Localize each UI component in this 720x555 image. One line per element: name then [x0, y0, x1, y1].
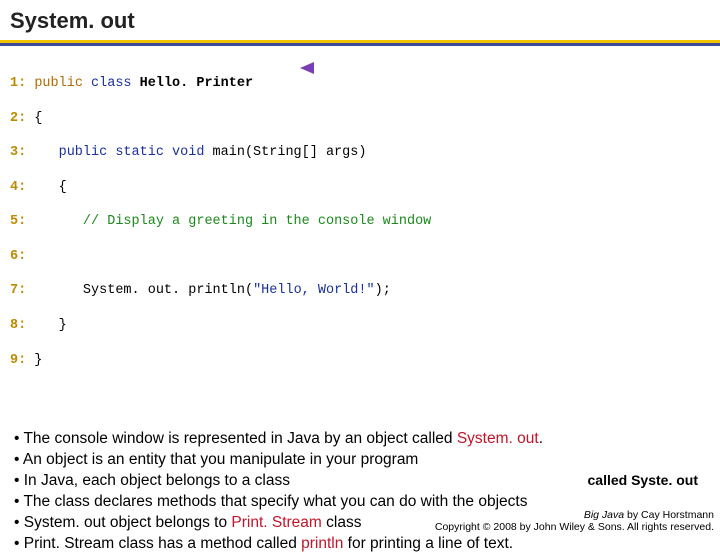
kw-public: public — [34, 76, 83, 91]
kw-class: class — [83, 76, 140, 91]
bullet-accent: Print. Stream — [231, 514, 321, 531]
bullet-text: • Print. Stream class has a method calle… — [14, 535, 301, 552]
code-listing: 1: public class Hello. Printer 2: { 3: p… — [0, 46, 720, 409]
bullet-item: • Print. Stream class has a method calle… — [14, 534, 706, 555]
brace: { — [26, 111, 42, 126]
bullet-text: • The console window is represented in J… — [14, 430, 457, 447]
pointer-arrow-icon — [300, 60, 470, 76]
comment: // Display a greeting in the console win… — [83, 214, 431, 229]
line-number: 6: — [10, 249, 26, 264]
bullet-accent: println — [301, 535, 343, 552]
brace: } — [26, 318, 67, 333]
bullet-text: class — [322, 514, 362, 531]
line-number: 7: — [10, 283, 26, 298]
slide-header: System. out — [0, 0, 720, 38]
line-number: 5: — [10, 214, 26, 229]
sub-caption: called Syste. out — [588, 472, 698, 488]
method-rest: main(String[] args) — [204, 145, 366, 160]
stmt-end: ); — [375, 283, 391, 298]
kw-method-sig: public static void — [59, 145, 205, 160]
line-number: 9: — [10, 353, 26, 368]
bullet-text: • System. out object belongs to — [14, 514, 231, 531]
footer-line-1: Big Java by Cay Horstmann — [435, 509, 714, 522]
bullet-item: • The console window is represented in J… — [14, 429, 706, 450]
footer: Big Java by Cay Horstmann Copyright © 20… — [435, 509, 714, 534]
line-number: 3: — [10, 145, 26, 160]
footer-copyright: Copyright © 2008 by John Wiley & Sons. A… — [435, 521, 714, 534]
line-number: 4: — [10, 180, 26, 195]
bullet-text: for printing a line of text. — [343, 535, 513, 552]
bullet-text: . — [539, 430, 543, 447]
brace: { — [26, 180, 67, 195]
line-number: 8: — [10, 318, 26, 333]
book-title: Big Java — [584, 509, 624, 521]
string-literal: "Hello, World!" — [253, 283, 375, 298]
line-number: 2: — [10, 111, 26, 126]
slide-title: System. out — [10, 8, 710, 34]
class-name: Hello. Printer — [140, 76, 253, 91]
brace: } — [26, 353, 42, 368]
bullet-accent: System. out — [457, 430, 539, 447]
stmt: System. out. println( — [83, 283, 253, 298]
bullet-item: • An object is an entity that you manipu… — [14, 450, 706, 471]
footer-author: by Cay Horstmann — [624, 509, 714, 521]
line-number: 1: — [10, 76, 26, 91]
